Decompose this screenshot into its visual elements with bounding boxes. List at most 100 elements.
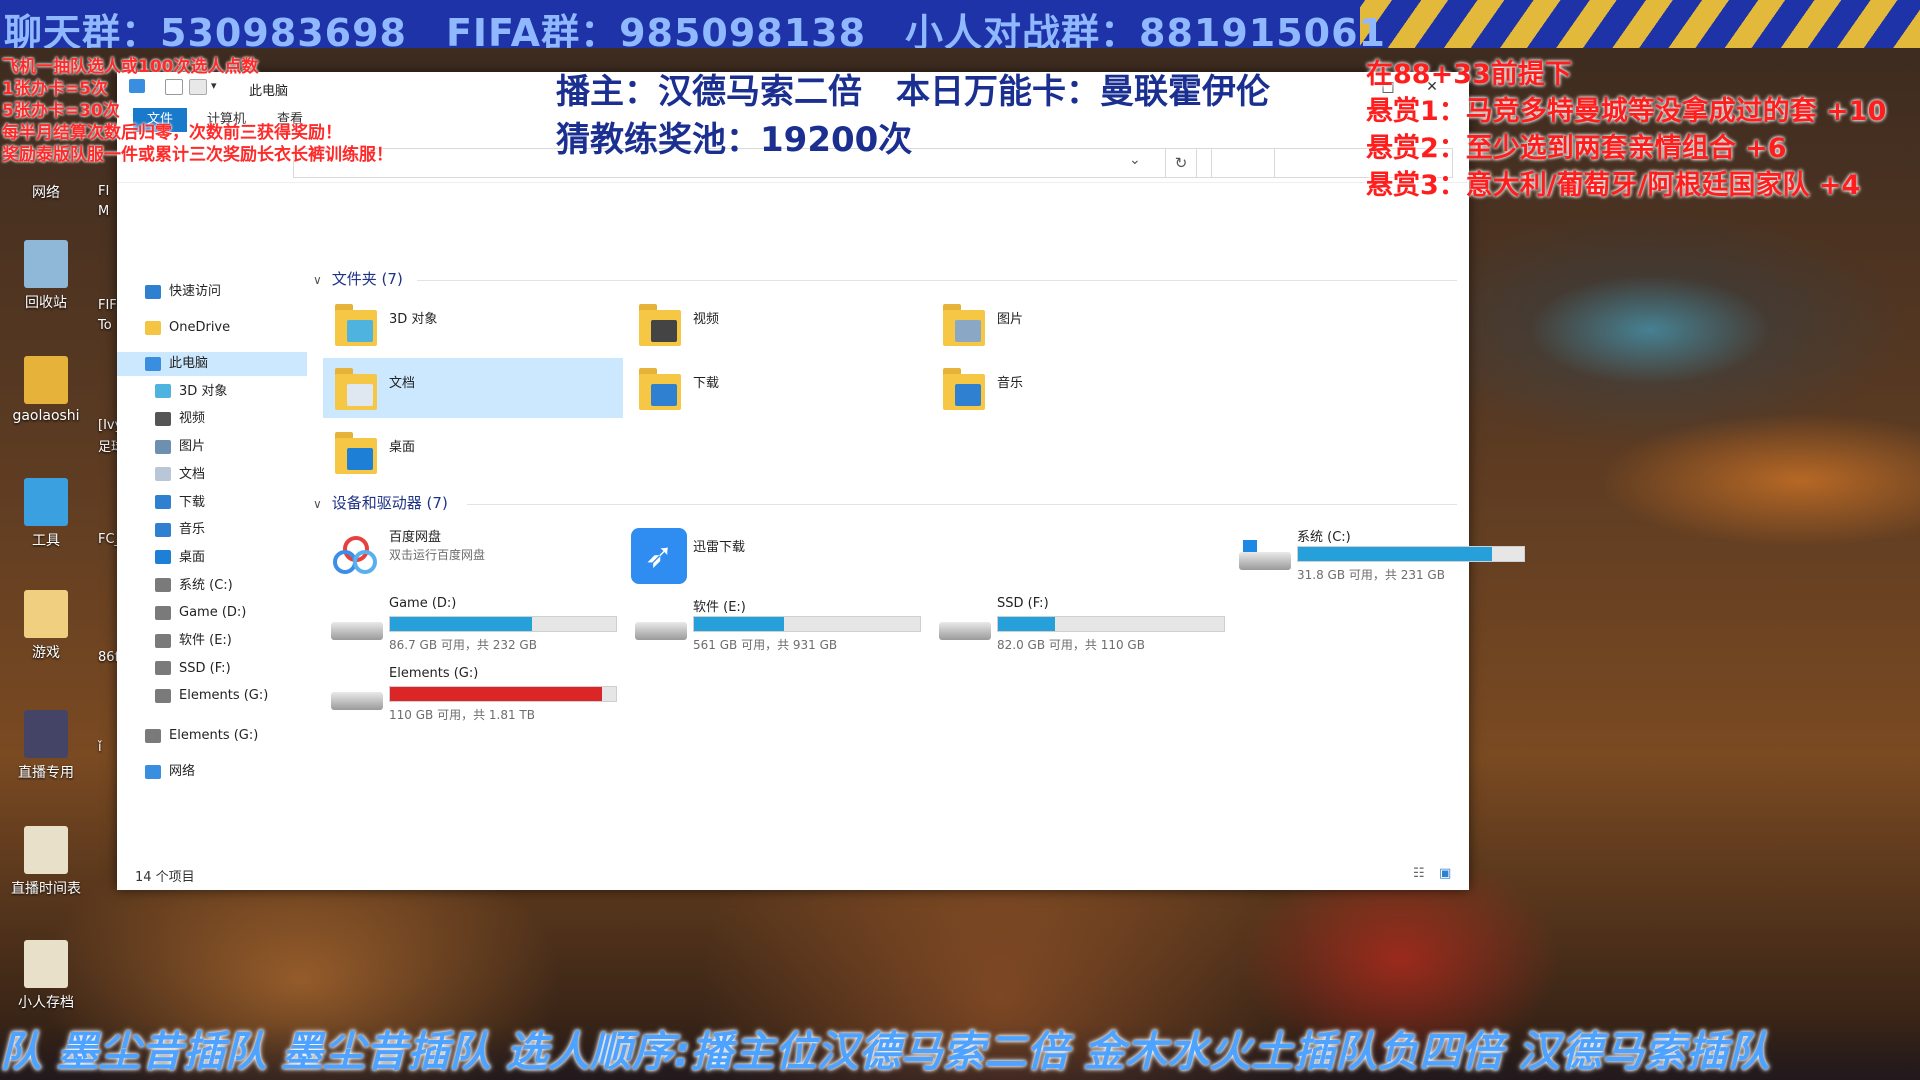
xunlei-icon: ➶ <box>631 528 687 584</box>
nav-item-label: 下载 <box>179 494 206 510</box>
folder-item[interactable]: 视频 <box>627 294 927 354</box>
drive-icon <box>939 616 991 644</box>
network-icon <box>145 764 161 779</box>
baidu-netdisk-icon <box>333 534 377 574</box>
rules-line: 奖励泰版队服一件或累计三次奖励长衣长裤训练服！ <box>2 145 393 165</box>
document-icon <box>24 940 68 988</box>
picture-folder-icon <box>943 300 985 346</box>
document-icon <box>24 826 68 874</box>
nav-item-label: 系统 (C:) <box>179 577 233 593</box>
status-bar: 14 个项目 ☷ ▣ <box>117 862 1469 888</box>
folders-group-label: 文件夹 (7) <box>331 270 403 288</box>
nav-item[interactable]: SSD (F:) <box>117 657 307 681</box>
drive-name: Elements (G:) <box>389 666 479 681</box>
folder-item[interactable]: 3D 对象 <box>323 294 623 354</box>
explorer-window: ▾ 此电脑 □ ✕ 文件 计算机 查看 ⌄ ↻ 快速访问 OneDrive 此电脑 3… <box>117 72 1525 890</box>
folder-item[interactable]: 音乐 <box>931 358 1231 418</box>
drive-item[interactable]: Elements (G:) 110 GB 可用，共 1.81 TB <box>323 666 623 732</box>
drive-free-space: 86.7 GB 可用，共 232 GB <box>389 638 537 652</box>
folders-group-header[interactable]: ∨ 文件夹 (7) <box>313 268 403 290</box>
desktop-icon-label-partial: FIF <box>98 298 117 313</box>
drive-icon <box>155 633 171 648</box>
tools-icon <box>24 478 68 526</box>
drive-item[interactable]: Game (D:) 86.7 GB 可用，共 232 GB <box>323 596 623 662</box>
desktop-icon-label: 工具 <box>32 533 60 549</box>
nav-item[interactable]: Elements (G:) <box>117 724 307 748</box>
nav-item-label: 音乐 <box>179 522 206 538</box>
desktop-icon-item[interactable]: 小人存档 <box>6 940 86 1012</box>
desktop-icon-item[interactable]: gaolaoshi <box>6 356 86 424</box>
desktop-icon-label-partial: ǐ <box>98 740 102 755</box>
drive-item[interactable]: 软件 (E:) 561 GB 可用，共 931 GB <box>627 596 927 662</box>
app-xunlei[interactable]: ➶ 迅雷下载 <box>627 526 927 592</box>
group-divider <box>417 280 1457 281</box>
nav-item-label: 快速访问 <box>169 284 222 299</box>
nav-item[interactable]: 软件 (E:) <box>117 629 307 653</box>
music-icon <box>155 522 171 537</box>
nav-item[interactable]: Game (D:) <box>117 601 307 625</box>
nav-item[interactable]: 视频 <box>117 407 307 431</box>
large-icons-view-icon[interactable]: ▣ <box>1439 866 1451 881</box>
drive-item[interactable]: SSD (F:) 82.0 GB 可用，共 110 GB <box>931 596 1231 662</box>
desktop-icon-label: 直播时间表 <box>11 881 81 897</box>
nav-item-label: 桌面 <box>179 549 206 565</box>
folder-badge-shape <box>651 384 677 406</box>
nav-item[interactable]: 此电脑 <box>117 352 307 376</box>
drive-name: Game (D:) <box>389 596 457 611</box>
desktop-icon-label: 回收站 <box>25 295 67 311</box>
nav-item-label: 图片 <box>179 439 206 455</box>
folder-item[interactable]: 图片 <box>931 294 1231 354</box>
folder-badge-shape <box>651 320 677 342</box>
folder-label: 文档 <box>389 376 416 391</box>
devices-group-label: 设备和驱动器 (7) <box>331 494 448 512</box>
group-divider <box>467 504 1457 505</box>
nav-item[interactable]: Elements (G:) <box>117 684 307 708</box>
desktop-icon-label: 小人存档 <box>18 995 74 1011</box>
collapse-chevron-icon[interactable]: ∨ <box>313 273 327 287</box>
folder-item[interactable]: 下载 <box>627 358 927 418</box>
drive-usage-bar <box>997 616 1225 632</box>
drive-usage-bar <box>693 616 921 632</box>
nav-item[interactable]: 网络 <box>117 760 307 784</box>
nav-item-label: 此电脑 <box>169 356 209 371</box>
folder-item[interactable]: 桌面 <box>323 422 623 482</box>
desktop-icon-item[interactable]: 网络 <box>6 178 86 202</box>
folder-label: 3D 对象 <box>389 312 438 327</box>
nav-item-label: 软件 (E:) <box>179 633 232 648</box>
details-view-icon[interactable]: ☷ <box>1413 866 1425 881</box>
nav-item-label: 网络 <box>169 764 196 779</box>
nav-item[interactable]: 文档 <box>117 463 307 487</box>
drive-item[interactable]: 系统 (C:) 31.8 GB 可用，共 231 GB <box>1231 526 1531 592</box>
folder-badge-shape <box>347 448 373 470</box>
desktop-icon-item[interactable]: 直播专用 <box>6 710 86 782</box>
nav-item[interactable]: 音乐 <box>117 518 307 542</box>
desktop-icon-item[interactable]: 回收站 <box>6 240 86 312</box>
cube-folder-icon <box>335 300 377 346</box>
drive-icon <box>155 688 171 703</box>
nav-item[interactable]: 图片 <box>117 435 307 459</box>
nav-item[interactable]: OneDrive <box>117 316 307 340</box>
folder-label: 图片 <box>997 312 1024 327</box>
desktop-icon-item[interactable]: 直播时间表 <box>6 826 86 898</box>
desktop-icon-item[interactable]: 工具 <box>6 478 86 550</box>
bounty-line: 在88+33前提下 <box>1366 59 1572 90</box>
nav-item-label: OneDrive <box>169 320 231 335</box>
collapse-chevron-icon[interactable]: ∨ <box>313 497 327 511</box>
nav-item[interactable]: 桌面 <box>117 546 307 570</box>
nav-item[interactable]: 3D 对象 <box>117 380 307 404</box>
devices-group-header[interactable]: ∨ 设备和驱动器 (7) <box>313 492 448 514</box>
app-baidu-netdisk[interactable]: 百度网盘 双击运行百度网盘 <box>323 526 623 592</box>
folder-item[interactable]: 文档 <box>323 358 623 418</box>
nav-item[interactable]: 系统 (C:) <box>117 574 307 598</box>
desktop-icon-item[interactable]: 游戏 <box>6 590 86 662</box>
drive-icon <box>145 728 161 743</box>
drive-icon <box>155 578 171 593</box>
rules-line: 5张办卡=30次 <box>2 101 120 121</box>
desktop-icon <box>155 550 171 565</box>
nav-item[interactable]: 快速访问 <box>117 280 307 304</box>
drive-usage-fill <box>694 617 785 631</box>
app-icon <box>24 710 68 758</box>
rules-line: 每半月结算次数后归零，次数前三获得奖励！ <box>2 123 342 143</box>
nav-item[interactable]: 下载 <box>117 491 307 515</box>
overlay-host-info: 播主：汉德马索二倍 本日万能卡：曼联霍伊伦 猜教练奖池：19200次 <box>556 68 1270 164</box>
